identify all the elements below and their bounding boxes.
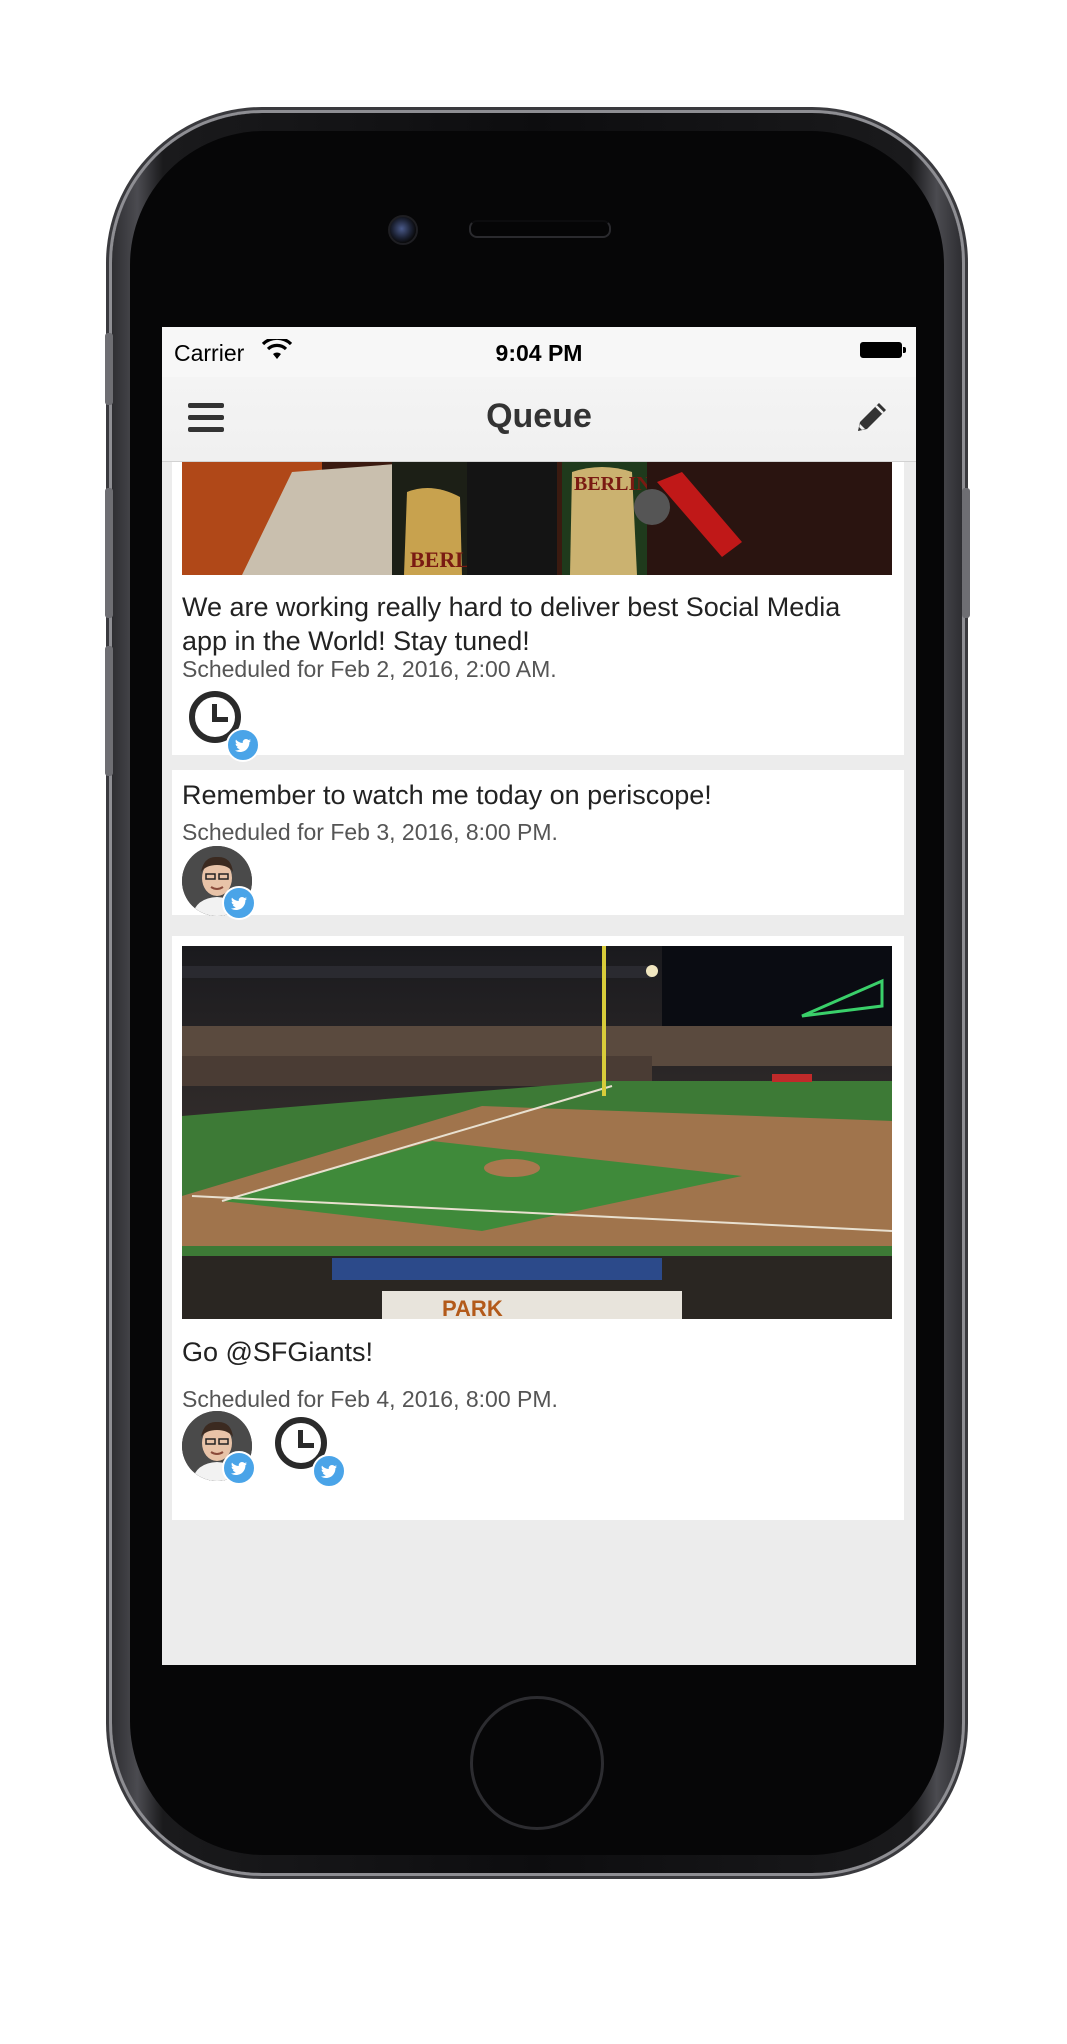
mute-switch [105, 333, 113, 405]
home-button[interactable] [470, 1696, 604, 1830]
page-title: Queue [486, 397, 592, 435]
post-image: PARK [182, 946, 892, 1319]
twitter-badge-icon [222, 1451, 256, 1485]
front-camera [388, 215, 418, 245]
app-screen: Carrier 9:04 PM Queue BERLIN We are work… [162, 327, 916, 1665]
post-text: We are working really hard to deliver be… [182, 592, 841, 656]
queue-feed[interactable]: BERLINER BERLIN We are working really ha… [172, 462, 904, 1665]
post-card[interactable]: PARK Go @SFGiants! Scheduled for Feb 4, … [172, 936, 904, 1520]
battery-icon [860, 342, 906, 358]
volume-up-button [105, 488, 113, 618]
post-text: Remember to watch me today on periscope! [182, 780, 712, 810]
post-card[interactable]: BERLINER BERLIN We are working really ha… [172, 462, 904, 762]
account-avatar[interactable] [272, 1414, 348, 1490]
account-avatar[interactable] [182, 846, 258, 922]
scheduled-time: Scheduled for Feb 4, 2016, 8:00 PM. [182, 1386, 558, 1412]
account-avatar[interactable] [186, 688, 262, 764]
svg-text:PARK: PARK [442, 1296, 503, 1319]
power-button [962, 488, 970, 618]
scheduled-time: Scheduled for Feb 3, 2016, 8:00 PM. [182, 819, 558, 845]
twitter-badge-icon [222, 886, 256, 920]
pencil-icon[interactable] [852, 397, 892, 437]
baseball-stadium-photo: PARK [182, 946, 892, 1319]
beer-bottles-photo: BERLINER BERLIN [182, 462, 892, 575]
post-text: Go @SFGiants! [182, 1337, 373, 1367]
account-avatar[interactable] [182, 1411, 258, 1487]
twitter-badge-icon [312, 1454, 346, 1488]
svg-text:BERLIN: BERLIN [574, 473, 651, 495]
twitter-badge-icon [226, 728, 260, 762]
status-bar: Carrier 9:04 PM [162, 327, 916, 377]
scheduled-time: Scheduled for Feb 2, 2016, 2:00 AM. [182, 656, 557, 682]
post-image: BERLINER BERLIN [182, 462, 892, 575]
status-time: 9:04 PM [495, 340, 583, 366]
post-card[interactable]: Remember to watch me today on periscope!… [172, 770, 904, 920]
volume-down-button [105, 646, 113, 776]
earpiece-speaker [469, 220, 611, 238]
navigation-bar: Queue [162, 377, 916, 462]
